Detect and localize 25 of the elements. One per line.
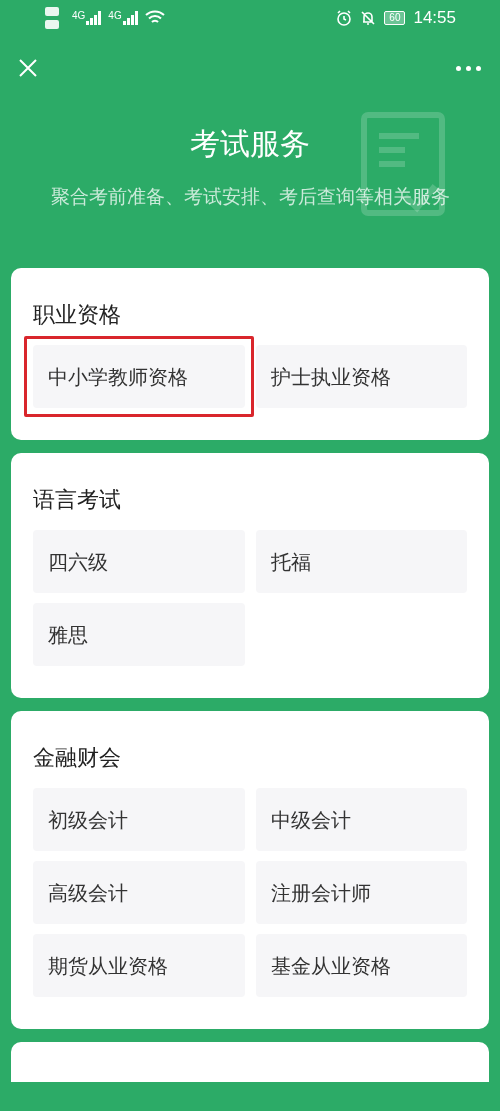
exam-item-button[interactable]: 基金从业资格 xyxy=(255,934,467,997)
battery-indicator: 60 xyxy=(384,11,406,25)
exam-item-button[interactable]: 期货从业资格 xyxy=(33,934,245,997)
exam-item-button[interactable]: 托福 xyxy=(255,530,467,593)
category-title: 职业资格 xyxy=(33,301,122,329)
category-title: 金融财会 xyxy=(33,744,122,772)
exam-item-button[interactable]: 四六级 xyxy=(33,530,245,593)
page-title: 考试服务 xyxy=(190,126,310,162)
exam-item-button[interactable]: 护士执业资格 xyxy=(255,345,467,408)
muted-bell-icon xyxy=(360,10,377,26)
signal-icon xyxy=(86,11,103,25)
signal-icon xyxy=(122,11,139,25)
exam-item-button[interactable]: 初级会计 xyxy=(33,788,245,851)
exam-item-button[interactable]: 高级会计 xyxy=(33,861,245,924)
network-type-label: 4G xyxy=(108,11,122,21)
category-title: 语言考试 xyxy=(33,486,122,514)
page-subtitle: 聚合考前准备、考试安排、考后查询等相关服务 xyxy=(50,185,450,209)
network-type-label: 4G xyxy=(72,11,86,21)
exam-item-button[interactable]: 中级会计 xyxy=(255,788,467,851)
exam-item-button[interactable]: 雅思 xyxy=(33,603,245,666)
exam-item-button[interactable]: 注册会计师 xyxy=(255,861,467,924)
clock-time: 14:55 xyxy=(413,7,456,30)
exam-item-button[interactable]: 中小学教师资格 xyxy=(33,345,245,408)
alarm-clock-icon xyxy=(336,10,353,26)
close-button[interactable] xyxy=(17,57,39,79)
